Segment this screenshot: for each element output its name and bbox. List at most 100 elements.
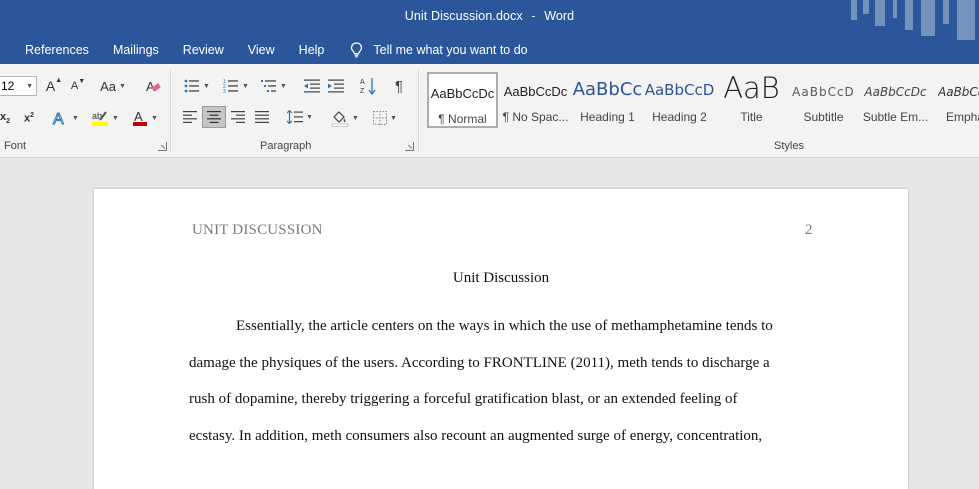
style-preview: AaBbCcDc	[938, 85, 979, 99]
title-bar: Unit Discussion.docx - Word References M…	[0, 0, 979, 64]
paragraph-dialog-launcher-icon[interactable]	[405, 142, 414, 151]
pilcrow-icon: ¶	[394, 77, 404, 95]
change-case-icon: Aa	[100, 78, 116, 94]
sort-button[interactable]: A Z	[359, 76, 377, 96]
document-title: Unit Discussion	[452, 270, 550, 286]
font-size-dropdown[interactable]: 12 ▼	[0, 76, 37, 96]
numbered-list-icon: 1 2 3	[223, 79, 239, 93]
multilevel-list-button[interactable]: ▼	[258, 77, 290, 95]
decrease-indent-icon	[304, 79, 320, 93]
styles-gallery: AaBbCcDc ¶ Normal AaBbCcDc ¶ No Spac... …	[427, 70, 979, 132]
body-text-line: Essentially, the article centers on the …	[236, 318, 773, 334]
line-spacing-button[interactable]: ▼	[284, 108, 316, 126]
style-preview: AaB	[723, 72, 780, 105]
chevron-down-icon: ▼	[26, 82, 33, 90]
font-color-button[interactable]: A ▼	[128, 108, 162, 128]
font-group-label: Font	[4, 140, 27, 152]
align-left-button[interactable]	[181, 108, 199, 126]
tab-references[interactable]: References	[0, 43, 101, 57]
document-name: Unit Discussion.docx	[404, 9, 523, 23]
grow-font-button[interactable]: A ▲	[45, 77, 63, 95]
decrease-indent-button[interactable]	[303, 77, 321, 95]
tab-mailings[interactable]: Mailings	[101, 43, 171, 57]
window-title: Unit Discussion.docx - Word	[0, 9, 979, 23]
style-preview: AaBbCc	[572, 79, 643, 100]
title-decoration-icon	[851, 0, 975, 40]
justify-icon	[255, 111, 269, 123]
body-text-line: ecstasy. In addition, meth consumers als…	[189, 428, 763, 444]
shading-button[interactable]: ▼	[328, 108, 362, 128]
text-effects-button[interactable]: A ▼	[50, 108, 80, 128]
svg-text:3: 3	[223, 89, 226, 93]
align-center-icon	[207, 111, 221, 123]
style-name: Subtitle	[803, 110, 844, 124]
align-center-button[interactable]	[202, 106, 226, 128]
highlight-color-button[interactable]: ab ▼	[88, 108, 122, 128]
borders-button[interactable]: ▼	[368, 108, 402, 128]
ribbon: 12 ▼ A ▲ A ▼ Aa ▼ A x2 x2 A ▼ ab ▼ A ▼ F…	[0, 64, 979, 158]
clear-formatting-button[interactable]: A	[144, 77, 162, 95]
style-title[interactable]: AaB Title	[716, 72, 787, 128]
increase-indent-button[interactable]	[327, 77, 345, 95]
style-preview: AaBbCcDc	[430, 86, 495, 101]
style-preview: AaBbCcDc	[503, 84, 568, 99]
tell-me-search[interactable]: Tell me what you want to do	[350, 42, 528, 58]
paragraph-group-label: Paragraph	[260, 140, 312, 152]
style-name: Empha	[946, 110, 979, 124]
align-left-icon	[183, 111, 197, 123]
paint-bucket-icon	[331, 111, 349, 127]
style-subtitle[interactable]: AaBbCcD Subtitle	[788, 72, 859, 128]
style-normal[interactable]: AaBbCcDc ¶ Normal	[427, 72, 498, 128]
change-case-button[interactable]: Aa ▼	[97, 78, 129, 94]
title-separator: -	[531, 9, 536, 23]
svg-text:A: A	[360, 79, 365, 86]
superscript-icon: x2	[23, 111, 35, 125]
shrink-font-icon: A	[70, 80, 79, 92]
font-dialog-launcher-icon[interactable]	[158, 142, 167, 151]
multilevel-list-icon	[261, 80, 277, 92]
subscript-icon: x2	[0, 110, 11, 126]
style-subtle-emphasis[interactable]: AaBbCcDc Subtle Em...	[860, 72, 931, 128]
body-text-line: damage the physiques of the users. Accor…	[189, 355, 770, 371]
subscript-button[interactable]: x2	[0, 110, 12, 126]
style-heading-1[interactable]: AaBbCc Heading 1	[572, 72, 643, 128]
font-color-icon: A	[133, 109, 148, 126]
show-formatting-marks-button[interactable]: ¶	[390, 76, 408, 96]
svg-text:Z: Z	[360, 88, 365, 95]
increase-indent-icon	[328, 79, 344, 93]
style-heading-2[interactable]: AaBbCcD Heading 2	[644, 72, 715, 128]
borders-icon	[373, 111, 388, 125]
align-right-button[interactable]	[229, 108, 247, 126]
text-effects-icon: A	[53, 111, 65, 128]
svg-text:A: A	[53, 111, 64, 127]
font-size-value: 12	[1, 79, 15, 93]
group-divider	[418, 70, 419, 152]
style-name: ¶ No Spac...	[502, 110, 569, 124]
numbering-button[interactable]: 1 2 3 ▼	[220, 77, 252, 95]
style-name: Heading 1	[580, 110, 635, 124]
document-canvas: UNIT DISCUSSION 2 Unit Discussion Essent…	[0, 158, 979, 489]
bullet-list-icon	[184, 79, 200, 93]
tab-review[interactable]: Review	[171, 43, 236, 57]
style-preview: AaBbCcDc	[864, 85, 927, 99]
document-page[interactable]: UNIT DISCUSSION 2 Unit Discussion Essent…	[94, 189, 908, 489]
page-number: 2	[805, 222, 813, 238]
tab-help[interactable]: Help	[287, 43, 337, 57]
shrink-font-button[interactable]: A ▼	[69, 78, 87, 94]
style-name: Heading 2	[652, 110, 707, 124]
style-emphasis[interactable]: AaBbCcDc Empha	[932, 72, 979, 128]
clear-formatting-icon: A	[146, 79, 161, 94]
page-header-text: UNIT DISCUSSION	[192, 222, 323, 238]
grow-font-icon: A	[45, 78, 56, 94]
style-no-spacing[interactable]: AaBbCcDc ¶ No Spac...	[500, 72, 571, 128]
highlighter-icon: ab	[92, 111, 109, 126]
tab-view[interactable]: View	[236, 43, 287, 57]
line-spacing-icon	[287, 110, 304, 124]
style-name: Subtle Em...	[862, 110, 929, 124]
body-text-line: rush of dopamine, thereby triggering a f…	[189, 391, 738, 407]
style-preview: AaBbCcD	[644, 81, 715, 99]
superscript-button[interactable]: x2	[20, 110, 38, 126]
justify-button[interactable]	[253, 108, 271, 126]
bullets-button[interactable]: ▼	[181, 77, 213, 95]
lightbulb-icon	[351, 42, 363, 58]
